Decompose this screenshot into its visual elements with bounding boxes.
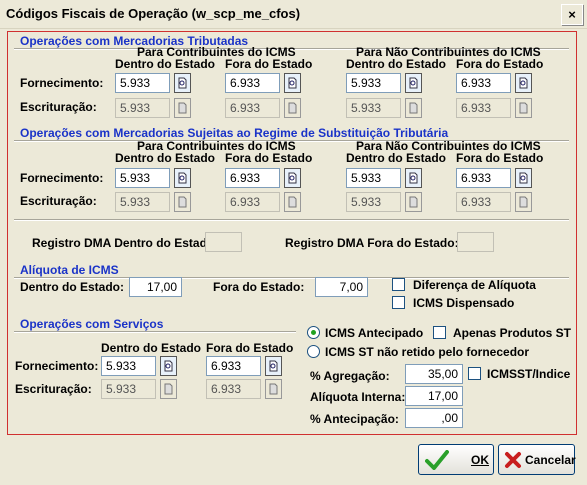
title-bar: Códigos Fiscais de Operação (w_scp_me_cf… (0, 0, 587, 29)
icms-antecipado-radio[interactable] (307, 326, 320, 339)
lookup-icon (265, 379, 282, 399)
sec2-col-dentro-1: Dentro do Estado (115, 151, 216, 165)
diferenca-aliquota-label: Diferença de Alíquota (413, 278, 536, 292)
servicos-title: Operações com Serviços (20, 317, 164, 331)
aliquota-dentro-label: Dentro do Estado: (20, 280, 124, 294)
sec1-col-dentro-1: Dentro do Estado (115, 57, 216, 71)
servicos-escr-fora-field: 6.933 (206, 379, 261, 399)
servicos-escr-dentro-field: 5.933 (101, 379, 156, 399)
sec1-col-dentro-2: Dentro do Estado (346, 57, 447, 71)
lookup-icon (160, 379, 177, 399)
sec2-fornecimento-label: Fornecimento: (20, 171, 104, 185)
sec2-escr-contrib-dentro-field: 5.933 (115, 192, 170, 212)
servicos-divider (14, 331, 296, 333)
apenas-produtos-st-checkbox[interactable] (433, 326, 446, 339)
sec1-fornecimento-label: Fornecimento: (20, 76, 104, 90)
lookup-icon[interactable] (174, 73, 191, 93)
icms-st-nao-retido-label: ICMS ST não retido pelo fornecedor (325, 345, 530, 359)
servicos-forn-fora-input[interactable]: 6.933 (206, 356, 261, 376)
lookup-icon (174, 98, 191, 118)
sec2-forn-contrib-fora-input[interactable]: 6.933 (225, 168, 280, 188)
apenas-produtos-st-label: Apenas Produtos ST (453, 326, 572, 340)
lookup-icon[interactable] (515, 168, 532, 188)
lookup-icon (515, 98, 532, 118)
icmsst-indice-label: ICMSST/Indice (487, 367, 571, 381)
lookup-icon[interactable] (405, 73, 422, 93)
icms-dispensado-label: ICMS Dispensado (413, 296, 515, 310)
dma-fora-label: Registro DMA Fora do Estado: (285, 236, 459, 250)
servicos-forn-dentro-input[interactable]: 5.933 (101, 356, 156, 376)
aliquota-fora-input[interactable]: 7,00 (315, 277, 368, 297)
window-title: Códigos Fiscais de Operação (w_scp_me_cf… (6, 6, 301, 21)
icms-dispensado-checkbox[interactable] (392, 296, 405, 309)
aliquota-dentro-input[interactable]: 17,00 (129, 277, 182, 297)
sec1-escr-contrib-fora-field: 6.933 (225, 98, 280, 118)
sec1-forn-contrib-dentro-input[interactable]: 5.933 (115, 73, 170, 93)
lookup-icon (284, 192, 301, 212)
check-icon (425, 449, 449, 470)
servicos-escrituracao-label: Escrituração: (15, 382, 92, 396)
sec1-escr-nao-dentro-field: 5.933 (346, 98, 401, 118)
sec2-forn-contrib-dentro-input[interactable]: 5.933 (115, 168, 170, 188)
dma-dentro-label: Registro DMA Dentro do Estado: (32, 236, 219, 250)
sec1-col-fora-1: Fora do Estado (225, 57, 313, 71)
lookup-icon[interactable] (515, 73, 532, 93)
x-icon (504, 451, 522, 469)
antecipacao-label: % Antecipação: (310, 412, 399, 426)
lookup-icon[interactable] (174, 168, 191, 188)
sec2-escr-contrib-fora-field: 6.933 (225, 192, 280, 212)
lookup-icon[interactable] (265, 356, 282, 376)
lookup-icon[interactable] (284, 168, 301, 188)
icms-st-nao-retido-radio[interactable] (307, 345, 320, 358)
servicos-col-fora: Fora do Estado (206, 341, 294, 355)
lookup-icon (405, 98, 422, 118)
icms-antecipado-label: ICMS Antecipado (325, 326, 424, 340)
close-button[interactable]: × (561, 4, 583, 25)
sec1-forn-nao-dentro-input[interactable]: 5.933 (346, 73, 401, 93)
aliquota-fora-label: Fora do Estado: (213, 280, 305, 294)
sec1-escr-contrib-dentro-field: 5.933 (115, 98, 170, 118)
sec2-col-fora-2: Fora do Estado (456, 151, 544, 165)
sec2-title: Operações com Mercadorias Sujeitas ao Re… (20, 126, 449, 140)
lookup-icon (174, 192, 191, 212)
cfos-window: Códigos Fiscais de Operação (w_scp_me_cf… (0, 0, 587, 485)
agregacao-input[interactable]: 35,00 (405, 364, 463, 384)
icmsst-indice-checkbox[interactable] (468, 367, 481, 380)
sec1-col-fora-2: Fora do Estado (456, 57, 544, 71)
sec2-col-dentro-2: Dentro do Estado (346, 151, 447, 165)
lookup-icon[interactable] (284, 73, 301, 93)
aliquota-title: Alíquota de ICMS (20, 263, 119, 277)
cancel-button[interactable]: Cancelar (498, 444, 576, 475)
sec1-escrituracao-label: Escrituração: (20, 100, 97, 114)
antecipacao-input[interactable]: ,00 (405, 408, 463, 428)
sec2-forn-nao-fora-input[interactable]: 6.933 (456, 168, 511, 188)
sec1-escr-nao-fora-field: 6.933 (456, 98, 511, 118)
sec2-escr-nao-fora-field: 6.933 (456, 192, 511, 212)
aliquota-interna-label: Alíquota Interna: (310, 390, 406, 404)
sec2-col-fora-1: Fora do Estado (225, 151, 313, 165)
sec2-escrituracao-label: Escrituração: (20, 194, 97, 208)
ok-button[interactable]: OK (418, 444, 494, 475)
aliquota-interna-input[interactable]: 17,00 (405, 386, 463, 406)
sec2-escr-nao-dentro-field: 5.933 (346, 192, 401, 212)
divider (14, 219, 569, 221)
lookup-icon (515, 192, 532, 212)
lookup-icon (405, 192, 422, 212)
dma-dentro-field (205, 232, 242, 252)
ok-button-label: OK (471, 452, 489, 467)
lookup-icon (284, 98, 301, 118)
dma-fora-field (457, 232, 494, 252)
sec1-forn-contrib-fora-input[interactable]: 6.933 (225, 73, 280, 93)
servicos-col-dentro: Dentro do Estado (101, 341, 202, 355)
agregacao-label: % Agregação: (310, 369, 390, 383)
lookup-icon[interactable] (405, 168, 422, 188)
servicos-fornecimento-label: Fornecimento: (15, 359, 99, 373)
sec1-forn-nao-fora-input[interactable]: 6.933 (456, 73, 511, 93)
cancel-button-label: Cancelar (525, 452, 576, 467)
sec2-forn-nao-dentro-input[interactable]: 5.933 (346, 168, 401, 188)
diferenca-aliquota-checkbox[interactable] (392, 278, 405, 291)
lookup-icon[interactable] (160, 356, 177, 376)
